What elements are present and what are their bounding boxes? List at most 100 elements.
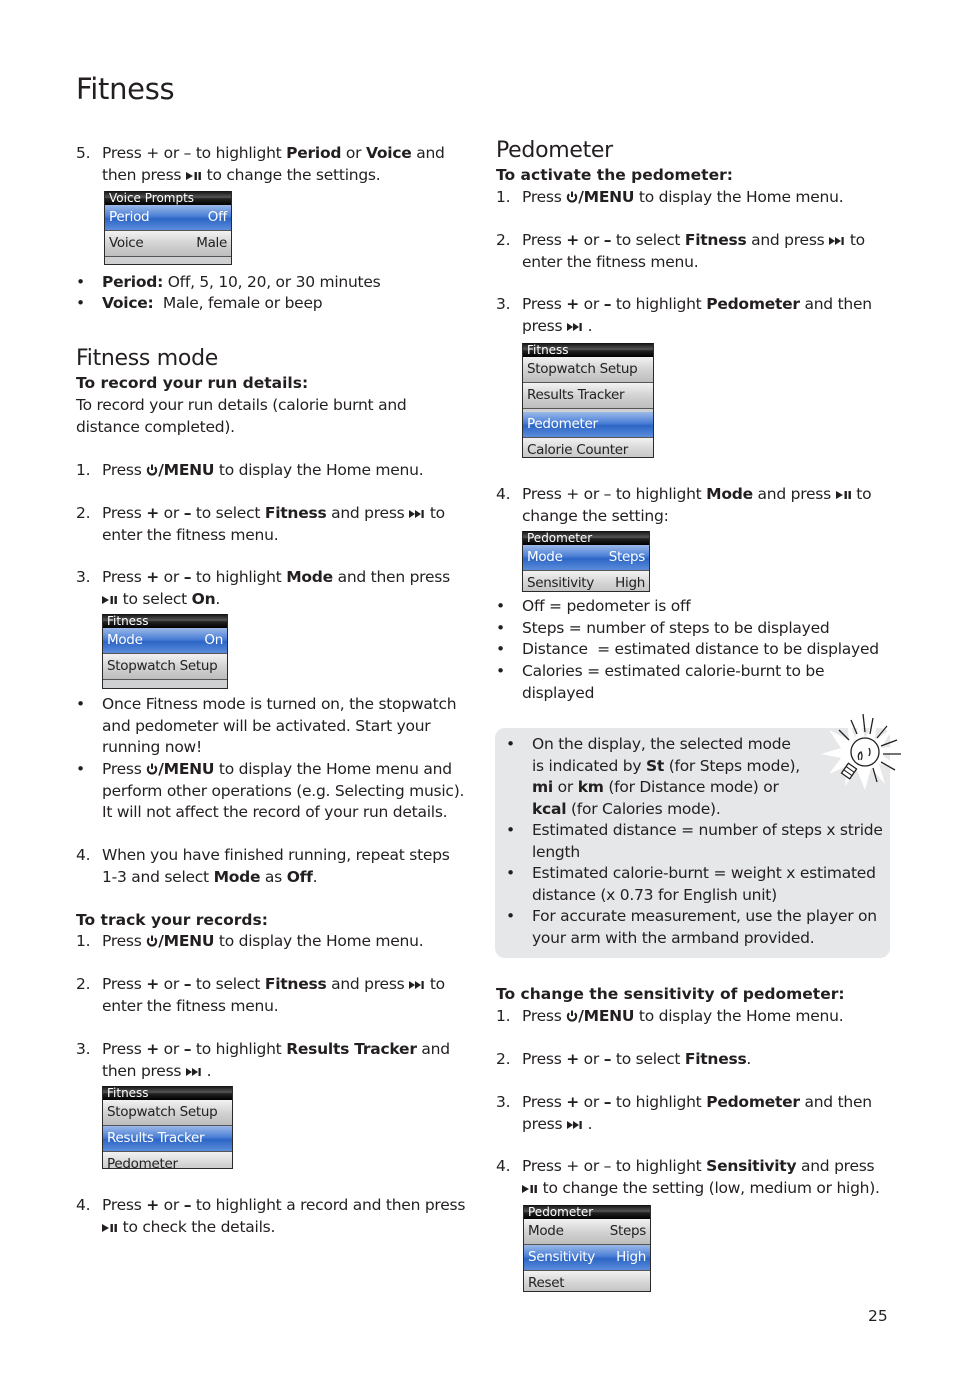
- text-span: 1.: [76, 461, 91, 479]
- bullet-calories: • Calories = estimated calorie-burnt to b…: [496, 661, 836, 704]
- step-3: 3. Press + or – to highlight Mode and th…: [76, 567, 468, 610]
- text-span: +: [146, 1196, 159, 1214]
- text-span: or: [158, 1040, 184, 1058]
- text-span: to highlight: [611, 1093, 707, 1111]
- text-span: 4.: [496, 1157, 511, 1175]
- text-span: or: [552, 778, 578, 796]
- play-pause-icon: [186, 171, 202, 181]
- text-span: 3.: [496, 1093, 511, 1111]
- text-span: Mode: [527, 549, 563, 565]
- power-icon: [566, 1010, 578, 1022]
- text-span: Sensitivity: [527, 575, 594, 591]
- text-span: Press: [102, 568, 147, 586]
- pedometer-sensitivity-screen: Pedometer Mode Steps Sensitivity High Rese…: [523, 1205, 651, 1292]
- power-icon: [146, 935, 158, 947]
- text-span: and press: [746, 231, 830, 249]
- text-span: Calorie Counter: [527, 442, 629, 458]
- text-span: +: [566, 1093, 579, 1111]
- text-span: /MENU: [158, 932, 215, 950]
- text-span: Results Tracker: [527, 387, 625, 403]
- text-span: to display the Home menu.: [214, 461, 424, 479]
- screen-row-period: Period Off: [105, 205, 231, 231]
- text-span: 1.: [496, 188, 511, 206]
- text-span: mi: [532, 778, 553, 796]
- ped-step-3: 3. Press + or – to highlight Pedometer a…: [496, 294, 886, 337]
- text-span: Fitness: [684, 231, 747, 249]
- text-span: .: [583, 316, 593, 335]
- text-span: Press: [522, 1050, 567, 1068]
- bullet-fitness-on: • Once Fitness mode is turned on, the sto…: [76, 694, 466, 759]
- text-span: or: [158, 975, 184, 993]
- step-2: 2. Press + or – to select Fitness and pr…: [76, 503, 466, 546]
- text-span: Fitness: [264, 504, 327, 522]
- text-span: Sensitivity: [528, 1249, 595, 1265]
- text-span: Press: [102, 1196, 147, 1214]
- ped-step-4: 4. Press + or – to highlight Mode and pr…: [496, 484, 886, 527]
- text-span: +: [146, 975, 159, 993]
- lightbulb-icon: [821, 713, 903, 790]
- text-span: Press: [102, 1040, 147, 1058]
- ped-step-1: 1. Press /MENU to display the Home menu.: [496, 187, 886, 209]
- subheading-record: To record your run details:: [76, 374, 309, 392]
- tip-bullet-distance: • Estimated distance = number of steps x …: [506, 820, 886, 863]
- text-span: Steps = number of steps to be displayed: [522, 619, 830, 637]
- text-span: and then press: [332, 568, 451, 586]
- text-span: to select: [611, 1050, 685, 1068]
- screen-header: Fitness: [103, 614, 227, 628]
- screen-row-sensitivity: Sensitivity High: [523, 571, 649, 591]
- power-icon: [146, 763, 158, 775]
- skip-next-icon: [186, 1067, 202, 1077]
- screen-row-stopwatch: Stopwatch Setup: [523, 357, 653, 383]
- text-span: Stopwatch Setup: [107, 1104, 218, 1120]
- bullet-steps: • Steps = number of steps to be displayed: [496, 618, 886, 640]
- text-span: Press: [102, 504, 147, 522]
- fitness-pedometer-screen: Fitness Stopwatch Setup Results Tracker …: [522, 343, 654, 458]
- text-span: to select: [191, 504, 265, 522]
- text-span: 4.: [76, 1196, 91, 1214]
- screen-row-mode: Mode Steps: [524, 1219, 650, 1245]
- tip-bullet-calorie: • Estimated calorie-burnt = weight x esti…: [506, 863, 886, 906]
- text-span: Press: [102, 975, 147, 993]
- text-span: 2.: [496, 1050, 511, 1068]
- ped-step-2: 2. Press + or – to select Fitness and pr…: [496, 230, 886, 273]
- play-pause-icon: [102, 1223, 118, 1233]
- text-span: Mode: [107, 632, 143, 648]
- text-span: +: [566, 1050, 579, 1068]
- page-title: Fitness: [76, 72, 175, 106]
- sens-step-2: 2. Press + or – to select Fitness.: [496, 1049, 886, 1071]
- screen-row-pedometer: Pedometer: [103, 1152, 232, 1168]
- text-span: to display the Home menu.: [634, 1007, 844, 1025]
- text-span: +: [146, 568, 159, 586]
- text-span: to highlight a record and then press: [191, 1196, 466, 1214]
- text-span: 4.: [496, 485, 511, 503]
- text-span: or: [578, 1093, 604, 1111]
- pedometer-mode-screen: Pedometer Mode Steps Sensitivity High: [522, 531, 650, 592]
- play-pause-icon: [522, 1184, 538, 1194]
- text-span: or: [578, 1050, 604, 1068]
- text-span: Mode: [528, 1223, 564, 1239]
- screen-header: Pedometer: [524, 1205, 650, 1219]
- text-span: Once Fitness mode is turned on, the stop…: [102, 695, 457, 756]
- text-span: Press: [102, 932, 147, 950]
- text-span: Steps: [609, 1223, 647, 1239]
- sens-step-4: 4. Press + or – to highlight Sensitivity…: [496, 1156, 891, 1199]
- text-span: and press: [796, 1157, 875, 1175]
- text-span: to display the Home menu.: [634, 188, 844, 206]
- text-span: and press: [752, 485, 836, 503]
- text-span: to change the setting (low, medium or hi…: [538, 1178, 880, 1197]
- text-span: Mode: [213, 867, 261, 886]
- tip-bullet-mode: • On the display, the selected mode is in…: [506, 735, 800, 818]
- text-span: On: [191, 589, 216, 608]
- skip-next-icon: [567, 322, 583, 332]
- text-span: Press: [522, 1093, 567, 1111]
- text-span: Pedometer: [527, 416, 598, 432]
- subheading-activate: To activate the pedometer:: [496, 166, 733, 184]
- section-heading-pedometer: Pedometer: [496, 138, 613, 163]
- text-span: 3.: [76, 568, 91, 586]
- bullet-menu: • Press /MENU to display the Home menu an…: [76, 760, 465, 821]
- text-span: Fitness: [264, 975, 327, 993]
- text-span: (for Distance mode) or: [603, 778, 779, 796]
- text-span: or: [578, 295, 604, 313]
- section-heading-fitness-mode: Fitness mode: [76, 346, 218, 371]
- skip-next-icon: [567, 1120, 583, 1130]
